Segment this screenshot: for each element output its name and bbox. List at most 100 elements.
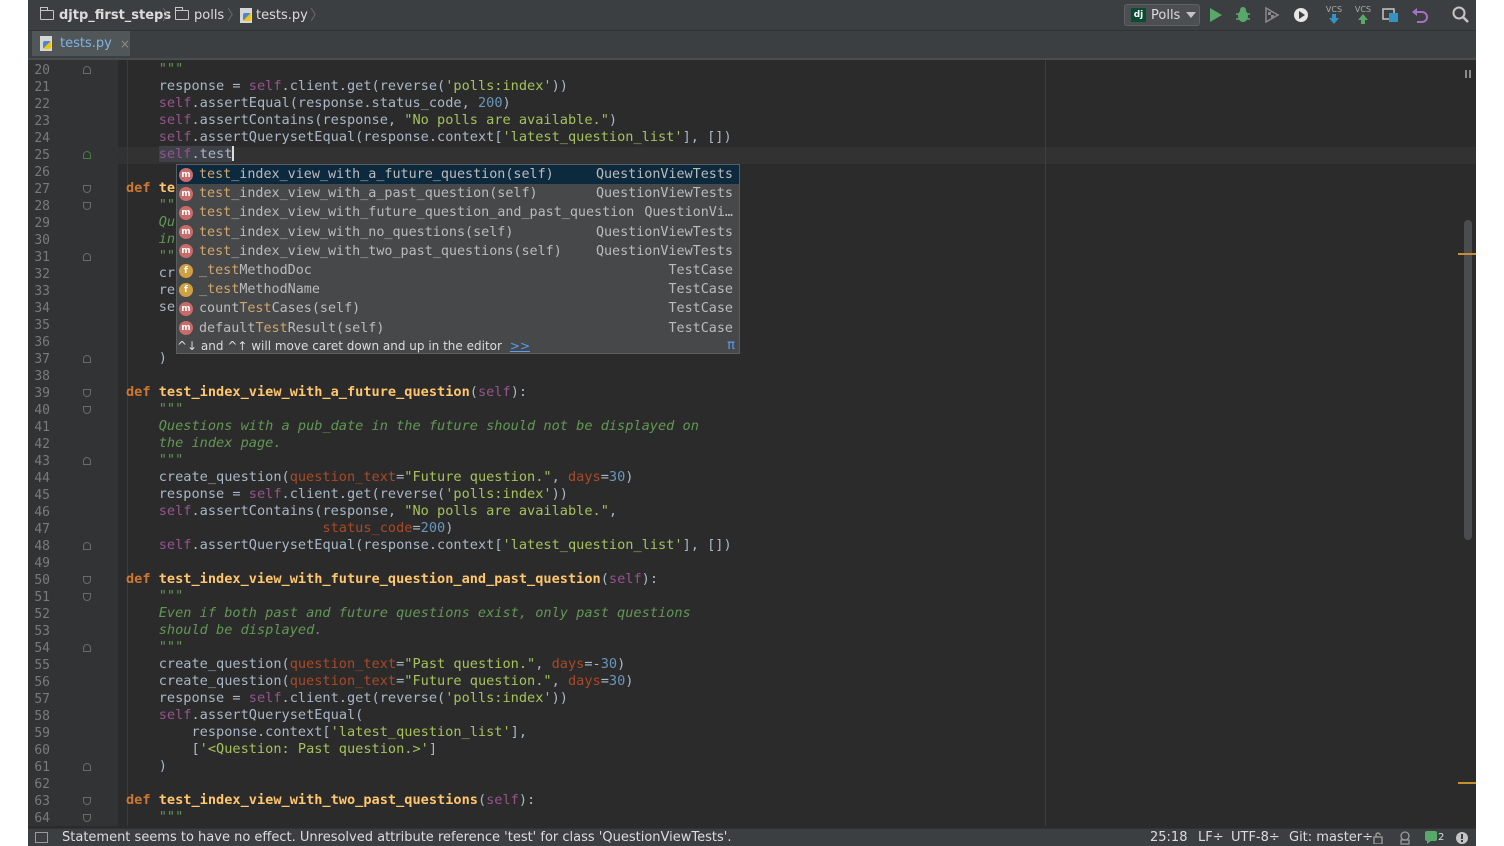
- warning-stripe[interactable]: [1458, 782, 1476, 784]
- breadcrumb-separator: 〉: [310, 8, 324, 24]
- code-line: re: [126, 282, 176, 298]
- code-line: self.assertQuerysetEqual(response.contex…: [158, 537, 732, 553]
- fold-marker-icon[interactable]: [83, 576, 91, 584]
- fold-marker-icon[interactable]: [83, 593, 91, 601]
- pi-icon[interactable]: π: [727, 338, 735, 353]
- code-line: def test_index_view_with_future_question…: [126, 571, 659, 587]
- line-number: 30: [34, 233, 50, 248]
- code-line-current: self.test: [158, 146, 234, 162]
- completion-item-name: test_index_view_with_no_questions(self): [199, 224, 514, 240]
- fold-marker-icon[interactable]: [83, 763, 91, 771]
- completion-item-name: test_index_view_with_future_question_and…: [199, 205, 635, 221]
- status-message: Statement seems to have no effect. Unres…: [62, 830, 732, 845]
- breadcrumb-folder[interactable]: polls: [174, 6, 224, 24]
- completion-item[interactable]: m test_index_view_with_future_question_an…: [177, 203, 739, 222]
- fold-marker-icon[interactable]: [83, 457, 91, 465]
- completion-item[interactable]: m test_index_view_with_a_future_question(…: [177, 165, 739, 184]
- code-line: response = self.client.get(reverse('poll…: [126, 690, 568, 706]
- line-number: 22: [34, 97, 50, 112]
- completion-item[interactable]: m countTestCases(self) TestCase: [177, 299, 739, 318]
- error-indicator-icon[interactable]: [1455, 831, 1469, 846]
- run-configuration-select[interactable]: dj Polls: [1124, 4, 1200, 26]
- completion-item[interactable]: m test_index_view_with_a_past_question(se…: [177, 184, 739, 203]
- event-log-icon[interactable]: 2: [1424, 830, 1444, 844]
- compare-icon[interactable]: [1381, 5, 1401, 25]
- code-line: in: [158, 231, 176, 247]
- vcs-update-icon[interactable]: VCS: [1324, 5, 1344, 25]
- line-number: 21: [34, 80, 50, 95]
- vertical-scrollbar[interactable]: [1464, 220, 1472, 540]
- code-line: create_question(question_text="Future qu…: [126, 673, 634, 689]
- line-number: 46: [34, 505, 50, 520]
- line-number: 36: [34, 335, 50, 350]
- completion-item[interactable]: f _testMethodDoc TestCase: [177, 261, 739, 280]
- breadcrumb-file[interactable]: tests.py: [240, 6, 308, 24]
- fold-marker-icon[interactable]: [83, 66, 91, 74]
- code-line: self.assertContains(response, "No polls …: [158, 112, 618, 128]
- completion-item[interactable]: f _testMethodName TestCase: [177, 280, 739, 299]
- inspection-status-icon[interactable]: [1464, 64, 1472, 78]
- completion-item-type: TestCase: [668, 301, 734, 317]
- code-line: response = self.client.get(reverse('poll…: [126, 78, 568, 94]
- line-number: 47: [34, 522, 50, 537]
- line-number: 57: [34, 692, 50, 707]
- fold-marker-icon[interactable]: [83, 406, 91, 414]
- method-icon: m: [179, 244, 193, 259]
- completion-item[interactable]: m test_index_view_with_two_past_questions…: [177, 242, 739, 261]
- line-number: 50: [34, 573, 50, 588]
- line-number: 49: [34, 556, 50, 571]
- fold-marker-icon[interactable]: [83, 185, 91, 193]
- code-line: """: [158, 809, 184, 825]
- run-icon[interactable]: [1206, 5, 1226, 25]
- fold-marker-icon[interactable]: [83, 814, 91, 822]
- fold-marker-icon[interactable]: [83, 355, 91, 363]
- method-icon: m: [179, 225, 193, 240]
- breadcrumb-project[interactable]: djtp_first_steps: [39, 6, 171, 24]
- vcs-commit-icon[interactable]: VCS: [1353, 5, 1373, 25]
- completion-item-type: TestCase: [668, 282, 734, 298]
- code-line: self.assertEqual(response.status_code, 2…: [158, 95, 511, 111]
- fold-marker-icon[interactable]: [83, 389, 91, 397]
- completion-item[interactable]: m defaultTestResult(self) TestCase: [177, 319, 739, 338]
- line-number: 39: [34, 386, 50, 401]
- code-line: should be displayed.: [158, 622, 323, 638]
- profile-icon[interactable]: [1291, 5, 1311, 25]
- method-icon: m: [179, 205, 193, 220]
- search-icon[interactable]: [1451, 5, 1471, 25]
- fold-marker-icon[interactable]: [83, 797, 91, 805]
- code-line: """: [158, 639, 184, 655]
- code-line: the index page.: [158, 435, 282, 451]
- line-number: 56: [34, 675, 50, 690]
- editor-tab-bar: [28, 31, 1476, 58]
- revert-icon[interactable]: [1410, 5, 1430, 25]
- line-separator[interactable]: LF÷: [1198, 830, 1224, 845]
- fold-marker-icon[interactable]: [83, 253, 91, 261]
- inspector-icon[interactable]: [1398, 831, 1412, 846]
- code-line: response.context['latest_question_list']…: [126, 724, 528, 740]
- line-number: 63: [34, 794, 50, 809]
- warning-stripe[interactable]: [1458, 253, 1476, 255]
- git-branch[interactable]: Git: master÷: [1289, 830, 1373, 845]
- completion-item-type: QuestionViewTests: [595, 224, 733, 240]
- lock-icon[interactable]: [1372, 832, 1384, 846]
- fold-marker-icon[interactable]: [83, 542, 91, 550]
- completion-item[interactable]: m test_index_view_with_no_questions(self)…: [177, 223, 739, 242]
- debug-icon[interactable]: [1233, 5, 1253, 25]
- caret-position[interactable]: 25:18: [1150, 830, 1187, 845]
- coverage-icon[interactable]: [1261, 5, 1281, 25]
- fold-marker-icon[interactable]: [83, 151, 91, 159]
- line-number: 42: [34, 437, 50, 452]
- line-number: 32: [34, 267, 50, 282]
- completion-hint-link[interactable]: >>: [510, 339, 530, 353]
- line-number: 44: [34, 471, 50, 486]
- line-number: 59: [34, 726, 50, 741]
- fold-marker-icon[interactable]: [83, 644, 91, 652]
- tab-tests-py[interactable]: tests.py ×: [32, 31, 130, 56]
- code-line: ): [126, 350, 167, 366]
- file-encoding[interactable]: UTF-8÷: [1231, 830, 1280, 845]
- tool-windows-icon[interactable]: [35, 832, 48, 843]
- close-icon[interactable]: ×: [120, 37, 130, 51]
- fold-marker-icon[interactable]: [83, 202, 91, 210]
- method-icon: m: [179, 167, 193, 182]
- line-number: 54: [34, 641, 50, 656]
